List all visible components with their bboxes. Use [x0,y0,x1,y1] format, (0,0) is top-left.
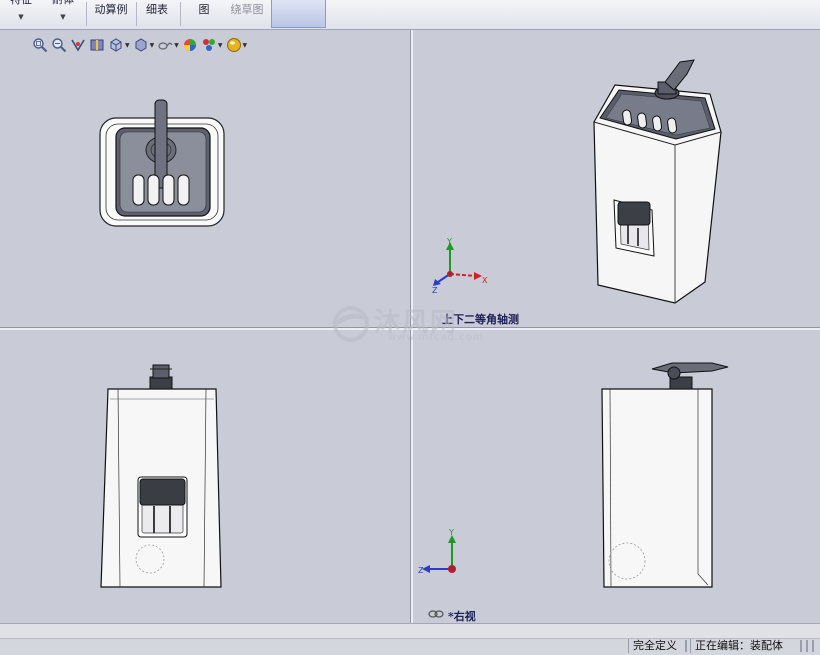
ribbon-features-tab[interactable]: 特征 ▼ [6,0,36,27]
status-fully-defined: 完全定义 [628,639,681,653]
ribbon-separator [180,2,181,26]
ribbon-study-button[interactable]: 动算例 [90,0,132,27]
chevron-down-icon: ▼ [18,13,24,21]
ribbon-study-label: 动算例 [94,3,128,16]
triad-y-label: Y [446,238,452,246]
ribbon-sketch-label: 绕草图 [230,3,264,16]
ribbon-view-button[interactable]: 图 [190,0,218,27]
ribbon-sketch-button[interactable]: 绕草图 [226,0,268,27]
coordinate-triad: Y X Z [432,238,488,293]
ribbon-active-tab[interactable] [271,0,326,28]
status-editing: 正在编辑：装配体 [690,639,787,653]
ribbon-separator [136,2,137,26]
status-separator [800,640,802,652]
chevron-down-icon: ▼ [60,13,66,21]
link-view-icon[interactable] [428,609,444,619]
resize-grip-icon[interactable] [812,640,814,652]
triad-z-label: Z [432,286,438,293]
triad-x-label: X [482,276,488,285]
ribbon-bom-button[interactable]: 细表 [140,0,174,27]
ribbon-body-tab[interactable]: 耐体 ▼ [48,0,78,27]
ribbon-separator [86,2,87,26]
viewport-top-left[interactable] [0,30,410,327]
viewport-bottom-left[interactable] [0,329,410,623]
viewport-top-right[interactable]: Y X Z 上下二等角轴测 [412,30,820,327]
viewport-bottom-right[interactable]: Y Z *右视 [412,329,820,623]
watermark-logo-icon [333,306,369,342]
model-front-view [100,364,222,588]
ribbon-bom-label: 细表 [146,3,168,16]
status-bar: 完全定义 正在编辑：装配体 [0,623,820,655]
ribbon-body-label: 耐体 [48,0,78,6]
model-top-view [99,99,225,227]
triad-z-label: Z [418,566,424,575]
model-right-view [601,362,729,588]
watermark-url: www.mfcad.com [388,332,484,343]
ribbon-view-label: 图 [198,3,210,16]
watermark: 沐风网 www.mfcad.com [330,302,500,346]
coordinate-triad: Y Z [418,529,456,575]
status-separator [685,640,687,652]
ribbon-features-label: 特征 [6,0,36,6]
command-ribbon: 特征 ▼ 耐体 ▼ 动算例 细表 图 绕草图 [0,0,820,30]
status-separator [806,640,808,652]
triad-y-label: Y [448,529,454,537]
viewport-label: *右视 [448,610,476,623]
